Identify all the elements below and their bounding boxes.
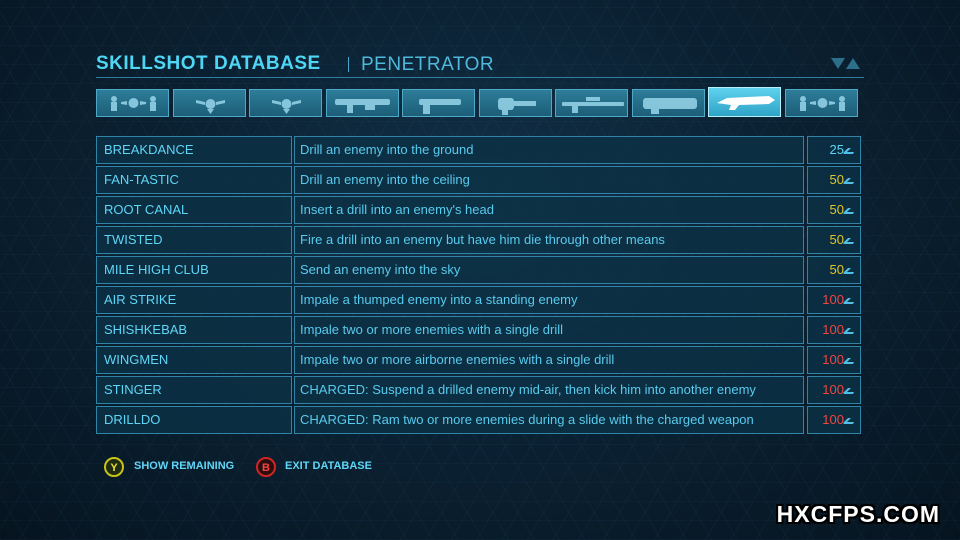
skillshot-description: CHARGED: Suspend a drilled enemy mid-air… — [294, 376, 804, 404]
weapon-subtitle: PENETRATOR — [361, 54, 495, 75]
skillshot-row[interactable]: AIR STRIKE Impale a thumped enemy into a … — [96, 286, 861, 314]
tab-emblem-2[interactable] — [249, 89, 322, 117]
points-value: 100 — [822, 292, 844, 307]
tab-flail-gun[interactable] — [479, 89, 552, 117]
rifle-icon — [335, 99, 390, 113]
skillshot-description: Send an enemy into the sky — [294, 256, 804, 284]
skillshot-points: 100 — [807, 316, 861, 344]
skillshot-description: Drill an enemy into the ground — [294, 136, 804, 164]
skillshot-description: Fire a drill into an enemy but have him … — [294, 226, 804, 254]
exit-database-button[interactable]: EXIT DATABASE — [285, 460, 372, 472]
skillshot-name: MILE HIGH CLUB — [96, 256, 292, 284]
skillshot-description: Insert a drill into an enemy's head — [294, 196, 804, 224]
skillshot-name: STINGER — [96, 376, 292, 404]
skillshot-row[interactable]: BREAKDANCE Drill an enemy into the ground… — [96, 136, 861, 164]
skillshot-description: Impale two or more enemies with a single… — [294, 316, 804, 344]
skillshot-row[interactable]: MILE HIGH CLUB Send an enemy into the sky… — [96, 256, 861, 284]
skillshot-row[interactable]: SHISHKEBAB Impale two or more enemies wit… — [96, 316, 861, 344]
sniper-rifle-icon — [562, 97, 624, 113]
skillshot-row[interactable]: STINGER CHARGED: Suspend a drilled enemy … — [96, 376, 861, 404]
eagle-emblem-icon — [196, 99, 225, 114]
skillshot-name: ROOT CANAL — [96, 196, 292, 224]
skillshot-points: 25 — [807, 136, 861, 164]
soldiers-icon — [800, 96, 845, 111]
skillshot-row[interactable]: FAN-TASTIC Drill an enemy into the ceilin… — [96, 166, 861, 194]
soldiers-icon — [111, 96, 156, 111]
watermark: HXCFPS.COM — [776, 501, 940, 527]
skillshot-name: AIR STRIKE — [96, 286, 292, 314]
skill-points-icon — [843, 388, 854, 394]
penetrator-icon — [717, 96, 775, 110]
eagle-emblem-icon — [272, 99, 301, 114]
scroll-up-arrow-icon[interactable] — [846, 58, 860, 69]
show-remaining-button[interactable]: SHOW REMAINING — [134, 460, 234, 472]
tab-soldiers-right[interactable] — [785, 89, 858, 117]
skillshot-points: 50 — [807, 226, 861, 254]
skill-points-icon — [843, 268, 854, 274]
header: SKILLSHOT DATABASE PENETRATOR — [96, 53, 864, 78]
skillshot-points: 50 — [807, 166, 861, 194]
skill-points-icon — [843, 178, 854, 184]
skill-points-icon — [843, 238, 854, 244]
pistol-icon — [419, 99, 461, 114]
scroll-down-arrow-icon[interactable] — [831, 58, 845, 69]
skill-points-icon — [843, 418, 854, 424]
skillshot-name: TWISTED — [96, 226, 292, 254]
tab-soldiers-left[interactable] — [96, 89, 169, 117]
skillshot-name: FAN-TASTIC — [96, 166, 292, 194]
skillshot-points: 100 — [807, 376, 861, 404]
skillshot-description: CHARGED: Ram two or more enemies during … — [294, 406, 804, 434]
bouncer-icon — [643, 98, 697, 114]
skill-points-icon — [843, 328, 854, 334]
skillshot-points: 100 — [807, 286, 861, 314]
y-button-icon[interactable]: Y — [104, 457, 124, 477]
skillshot-description: Drill an enemy into the ceiling — [294, 166, 804, 194]
flail-gun-icon — [498, 98, 536, 115]
skillshot-points: 50 — [807, 256, 861, 284]
skillshot-name: SHISHKEBAB — [96, 316, 292, 344]
points-value: 100 — [822, 382, 844, 397]
tab-rifle[interactable] — [326, 89, 399, 117]
skillshot-name: BREAKDANCE — [96, 136, 292, 164]
page-title: SKILLSHOT DATABASE — [96, 53, 321, 74]
skillshot-name: WINGMEN — [96, 346, 292, 374]
skillshot-points: 50 — [807, 196, 861, 224]
skillshot-row[interactable]: DRILLDO CHARGED: Ram two or more enemies … — [96, 406, 861, 434]
tab-emblem-1[interactable] — [173, 89, 246, 117]
skillshot-description: Impale two or more airborne enemies with… — [294, 346, 804, 374]
tab-bouncer[interactable] — [632, 89, 705, 117]
tab-pistol[interactable] — [402, 89, 475, 117]
b-button-icon[interactable]: B — [256, 457, 276, 477]
skill-points-icon — [843, 208, 854, 214]
skillshot-points: 100 — [807, 346, 861, 374]
points-value: 100 — [822, 352, 844, 367]
tab-penetrator[interactable] — [708, 87, 781, 117]
skillshot-row[interactable]: ROOT CANAL Insert a drill into an enemy's… — [96, 196, 861, 224]
weapon-tabs — [96, 87, 862, 119]
tab-sniper-rifle[interactable] — [555, 89, 628, 117]
title-separator — [348, 57, 349, 72]
skillshot-row[interactable]: WINGMEN Impale two or more airborne enemi… — [96, 346, 861, 374]
skill-points-icon — [843, 358, 854, 364]
points-value: 100 — [822, 412, 844, 427]
skillshot-name: DRILLDO — [96, 406, 292, 434]
skill-points-icon — [843, 148, 854, 154]
skill-points-icon — [843, 298, 854, 304]
skillshot-points: 100 — [807, 406, 861, 434]
skillshot-description: Impale a thumped enemy into a standing e… — [294, 286, 804, 314]
points-value: 100 — [822, 322, 844, 337]
skillshot-row[interactable]: TWISTED Fire a drill into an enemy but ha… — [96, 226, 861, 254]
